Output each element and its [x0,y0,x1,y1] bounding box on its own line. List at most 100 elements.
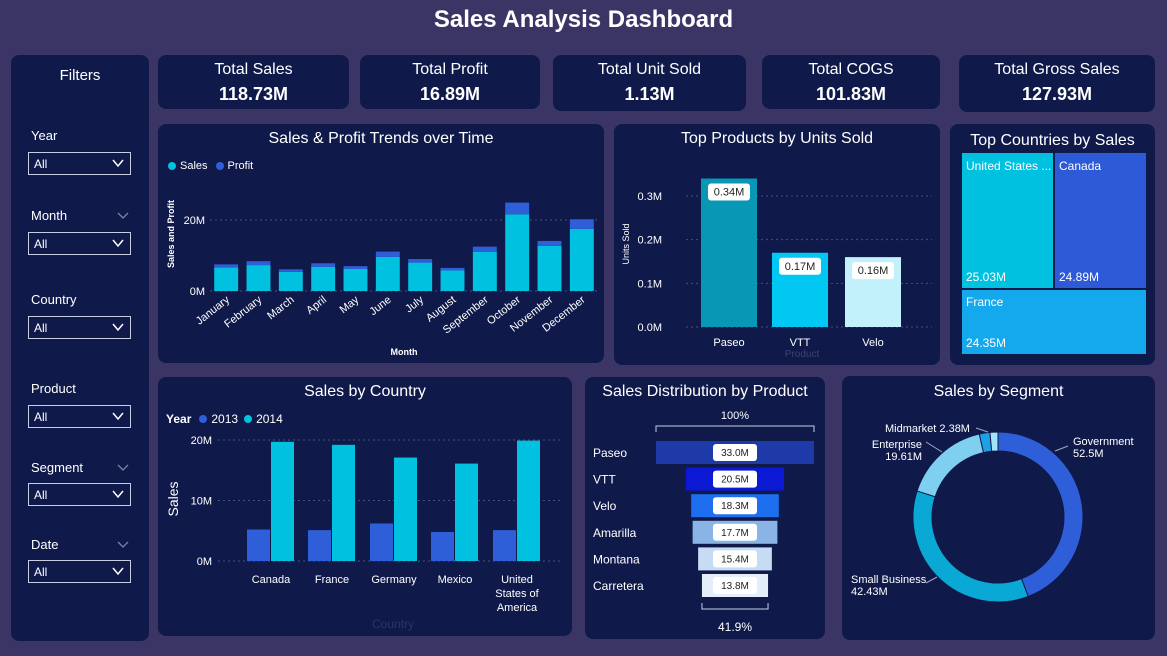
bar-profit [375,251,400,257]
segment-chart: Government 52.5M Small Business 42.43M Enter… [851,423,1134,603]
filter-month-collapse-icon[interactable] [117,210,129,220]
bar-profit [343,266,368,269]
bar-2014 [332,444,355,561]
bar-sales [440,270,465,291]
funnel-category-label: Montana [593,552,640,566]
segment-chart-panel: Sales by Segment Government 52.5M Small Bu… [842,376,1155,640]
filter-product-value: All [34,410,48,424]
filters-panel: Filters Year All Month All Country All P… [11,55,149,641]
bar-sales [278,271,303,291]
filter-date-value: All [34,565,48,579]
filter-segment-collapse-icon[interactable] [117,462,129,472]
x-tick-label: VTT [790,337,811,349]
bar-units-sold [701,178,757,327]
bar-profit [537,240,562,246]
trend-chart: 0M20MSales and ProfitMonthJanuaryFebruar… [166,200,598,357]
filter-month-label: Month [31,208,68,223]
products-chart-panel: Top Products by Units Sold 0.0M 0.1M 0.2M 0… [614,124,940,365]
treemap-cell-france[interactable]: France 24.35M [962,290,1146,354]
kpi-label: Total COGS [808,61,894,78]
filter-date-collapse-icon[interactable] [117,539,129,549]
kpi-value: 127.93M [1021,84,1093,104]
kpi-value: 118.73M [218,84,289,104]
filter-month-value: All [34,237,48,251]
kpi-total-profit: Total Profit 16.89M [360,55,540,109]
funnel-category-label: Amarilla [593,526,637,540]
bar-sales [408,262,433,291]
funnel-chart: 100% 33.0M Paseo 20.5M VTT 18.3M Velo 17.7M Amar… [593,410,815,634]
funnel-top-label: 100% [721,410,749,422]
bar-profit [505,202,530,215]
donut-slice [997,431,1084,598]
bar-profit [311,263,336,267]
donut-label-small-business: Small Business 42.43M [851,574,927,598]
funnel-bottom-label: 41.9% [718,620,752,634]
bar-sales [472,251,497,291]
leader-line [1054,445,1069,452]
filters-title: Filters [59,67,101,84]
dashboard-title: Sales Analysis Dashboard [433,6,734,33]
treemap-cell-united-states[interactable]: United States ... 25.03M [962,153,1053,288]
kpi-value: 101.83M [815,84,887,104]
filter-month-select[interactable]: All [28,232,131,255]
y-tick-label: 0M [197,556,212,568]
funnel-category-label: Carretera [593,579,644,593]
x-tick-label: Paseo [713,337,744,349]
filter-segment-label: Segment [31,460,84,475]
donut-slice [916,433,985,498]
filter-country-value: All [34,321,48,335]
filter-product-select[interactable]: All [28,405,131,428]
kpi-label: Total Profit [412,61,488,78]
leader-line [925,576,938,584]
treemap-title: Top Countries by Sales [970,132,1135,149]
y-tick-label: 0M [190,286,205,298]
treemap-cell-value: 25.03M [966,270,1007,284]
filter-product-label: Product [31,381,76,396]
bar-sales [537,245,562,291]
data-label: 0.34M [714,187,745,199]
filter-year-select[interactable]: All [28,152,131,175]
data-label: 0.17M [785,261,816,273]
data-label: 18.3M [721,501,749,512]
products-chart: 0.0M 0.1M 0.2M 0.3M Units Sold Product 0.34M Pa… [621,178,932,360]
x-tick-label: Mexico [438,574,473,586]
bar-2013 [308,530,331,561]
x-tick-label: France [315,574,349,586]
filter-date-label: Date [31,537,59,552]
bar-sales [311,266,336,291]
funnel-top-bracket [655,425,815,432]
chevron-down-icon [112,239,124,248]
x-axis-label: Country [372,617,414,631]
x-tick-label: July [403,294,426,316]
leader-line [975,427,989,433]
treemap-cell-label: Canada [1059,159,1102,173]
chevron-down-icon [112,412,124,421]
y-tick-label: 20M [191,435,212,447]
treemap-cell-value: 24.35M [966,336,1007,350]
y-tick-label: 20M [184,215,205,227]
bar-sales [246,265,271,291]
y-axis-label: Units Sold [621,223,631,264]
bar-2014 [455,463,478,561]
treemap-cell-canada[interactable]: Canada 24.89M [1055,153,1146,288]
data-label: 15.4M [721,554,749,565]
data-label: 0.16M [858,265,889,277]
y-axis-label: Sales [165,481,181,516]
filter-date-select[interactable]: All [28,560,131,583]
funnel-category-label: Velo [593,499,617,513]
filter-segment-select[interactable]: All [28,483,131,506]
bar-sales [569,228,594,291]
donut-label-midmarket: Midmarket 2.38M [885,423,970,435]
x-tick-label: May [338,294,362,317]
y-tick-label: 0.0M [638,322,662,334]
funnel-category-label: Paseo [593,446,627,460]
bar-profit [246,261,271,266]
y-tick-label: 0.3M [638,191,662,203]
filter-country-select[interactable]: All [28,316,131,339]
bar-2013 [431,531,454,561]
x-tick-label: Canada [252,574,291,586]
y-tick-label: 0.1M [638,278,662,290]
donut-slice [912,490,1029,603]
data-label: 33.0M [721,448,749,459]
data-label: 17.7M [721,528,749,539]
